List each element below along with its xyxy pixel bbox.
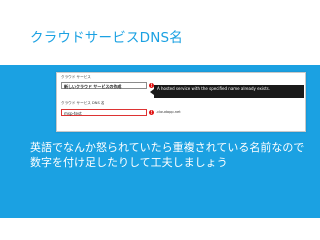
body-line: 英語でなんか怒られていたら重複されている名前なので xyxy=(30,141,305,154)
form-screenshot: クラウド サービス 新しいクラウド サービスの作成 ! A hosted ser… xyxy=(56,72,306,132)
slide-body: 英語でなんか怒られていたら重複されている名前なので 数字を付け足したりして工夫し… xyxy=(30,140,315,170)
cloud-service-select[interactable]: 新しいクラウド サービスの作成 xyxy=(61,82,147,89)
cloud-service-label: クラウド サービス xyxy=(61,75,91,79)
dns-suffix: .cloudapp.net xyxy=(156,110,181,114)
slide-title: クラウドサービスDNS名 xyxy=(30,30,183,46)
error-icon: ! xyxy=(149,110,154,115)
dns-name-input[interactable]: msp-test xyxy=(61,109,147,116)
body-line: 数字を付け足したりして工夫しましょう xyxy=(30,156,228,169)
error-tooltip: A hosted service with the specified name… xyxy=(154,85,304,98)
dns-name-label: クラウド サービス DNS 名 xyxy=(61,101,105,105)
